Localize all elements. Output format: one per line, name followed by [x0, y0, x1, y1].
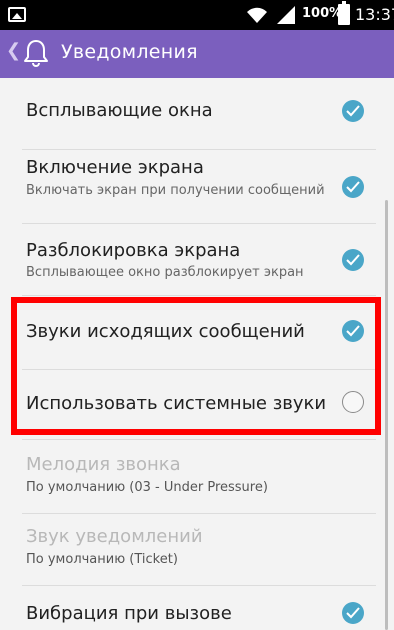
checkbox-unchecked-icon[interactable] [342, 391, 364, 413]
checkbox-checked-icon[interactable] [342, 320, 364, 342]
battery-icon [338, 1, 350, 25]
page-title: Уведомления [61, 41, 198, 63]
scrollbar[interactable] [385, 200, 388, 630]
battery-percent: 100% [302, 6, 343, 21]
app-bar: ❮ Уведомления [0, 30, 394, 78]
setting-title: Вибрация при вызове [26, 603, 232, 624]
setting-title: Звуки исходящих сообщений [26, 321, 305, 342]
setting-screen-on[interactable]: Включение экрана Включать экран при полу… [0, 150, 394, 222]
setting-title: Мелодия звонка [26, 454, 181, 475]
setting-title: Разблокировка экрана [26, 240, 241, 261]
setting-title: Использовать системные звуки [26, 393, 327, 414]
bell-icon[interactable] [20, 37, 52, 69]
setting-summary: Всплывающее окно разблокирует экран [26, 265, 304, 280]
setting-screen-unlock[interactable]: Разблокировка экрана Всплывающее окно ра… [0, 224, 394, 294]
checkbox-checked-icon[interactable] [342, 100, 364, 122]
setting-call-vibration[interactable]: Вибрация при вызове [0, 586, 394, 630]
setting-popup-windows[interactable]: Всплывающие окна [0, 78, 394, 149]
settings-list: Всплывающие окна Включение экрана Включа… [0, 78, 394, 630]
wifi-icon [247, 7, 267, 23]
signal-icon [277, 6, 295, 24]
back-chevron-icon[interactable]: ❮ [6, 40, 21, 61]
checkbox-checked-icon[interactable] [342, 176, 364, 198]
setting-summary: По умолчанию (03 - Under Pressure) [26, 480, 268, 495]
setting-notification-sound[interactable]: Звук уведомлений По умолчанию (Ticket) [0, 514, 394, 584]
setting-title: Звук уведомлений [26, 526, 203, 547]
checkbox-checked-icon[interactable] [342, 602, 364, 624]
setting-title: Всплывающие окна [26, 100, 213, 121]
status-bar: 100% 13:37 [0, 0, 394, 30]
setting-system-sounds[interactable]: Использовать системные звуки [0, 370, 394, 438]
setting-summary: Включать экран при получении сообщений [26, 183, 325, 198]
setting-summary: По умолчанию (Ticket) [26, 552, 178, 567]
checkbox-checked-icon[interactable] [342, 249, 364, 271]
image-icon [8, 7, 26, 22]
setting-outgoing-sounds[interactable]: Звуки исходящих сообщений [0, 296, 394, 368]
status-time: 13:37 [355, 5, 394, 24]
setting-ringtone[interactable]: Мелодия звонка По умолчанию (03 - Under … [0, 440, 394, 512]
setting-title: Включение экрана [26, 157, 204, 178]
